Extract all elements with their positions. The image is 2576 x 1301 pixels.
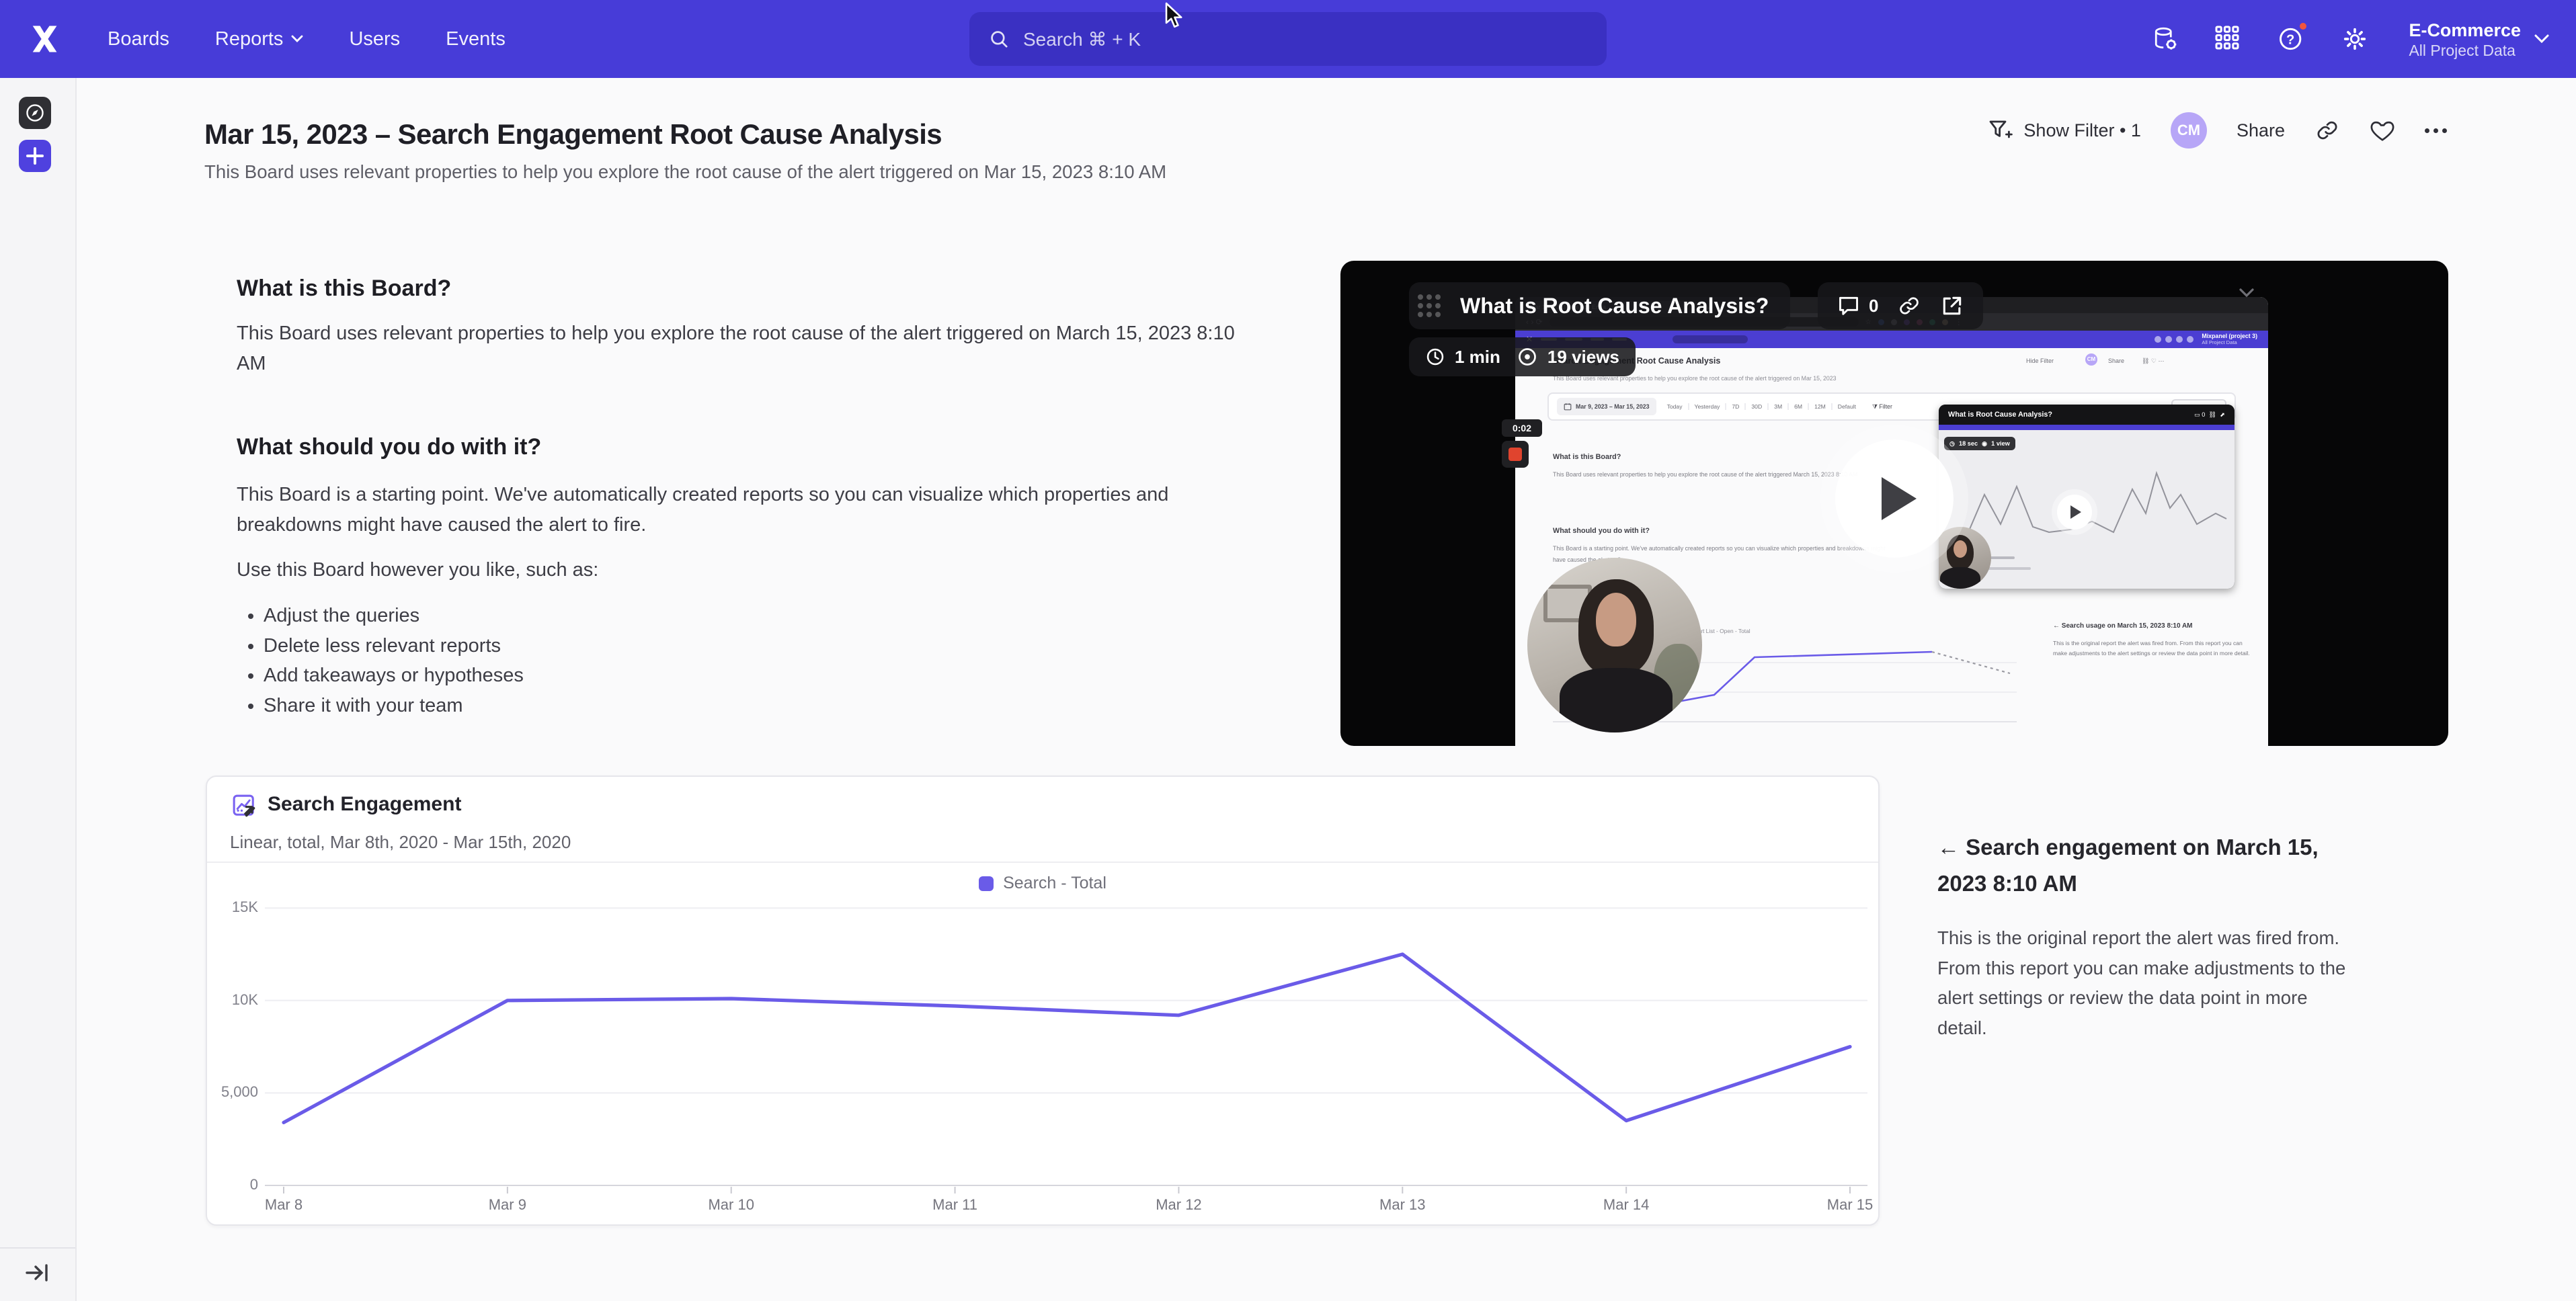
mixpanel-logo-icon[interactable]	[27, 22, 62, 56]
video-duration: 1 min	[1455, 347, 1500, 368]
side-note: ← Search engagement on March 15, 2023 8:…	[1937, 829, 2361, 1043]
intro-para-3: Use this Board however you like, such as…	[237, 555, 598, 585]
plus-icon	[26, 146, 44, 165]
chevron-down-icon	[2534, 34, 2549, 44]
intro-para-2: This Board is a starting point. We've au…	[237, 480, 1258, 540]
sidebar-divider	[0, 1247, 75, 1249]
intro-heading-1: What is this Board?	[237, 276, 451, 302]
list-item: Add takeaways or hypotheses	[264, 661, 524, 691]
record-stop-button[interactable]	[1502, 441, 1529, 468]
compass-icon	[24, 102, 46, 124]
intro-bullet-list: Adjust the queries Delete less relevant …	[237, 601, 524, 720]
page-title: Mar 15, 2023 – Search Engagement Root Ca…	[204, 118, 942, 151]
play-icon	[1882, 477, 1917, 520]
side-note-body: This is the original report the alert wa…	[1937, 923, 2361, 1043]
nav-item-reports[interactable]: Reports	[215, 28, 304, 50]
intro-heading-2: What should you do with it?	[237, 434, 541, 460]
recording-widget: 0:02	[1502, 419, 1542, 468]
navbar-right-cluster: ? E-Commerce All Project Data	[2150, 19, 2549, 59]
nav-item-boards[interactable]: Boards	[108, 28, 169, 50]
top-navbar: Boards Reports Users Events Search ⌘ + K…	[0, 0, 2576, 78]
video-open-external-button[interactable]	[1940, 294, 1964, 318]
nested-video-card: What is Root Cause Analysis? ▭ 0 ⛓ ⬈ ◷ 1…	[1939, 405, 2235, 589]
create-new-button[interactable]	[19, 140, 51, 172]
list-item: Delete less relevant reports	[264, 631, 524, 661]
search-placeholder: Search ⌘ + K	[1023, 28, 1141, 50]
record-icon	[1508, 448, 1522, 461]
heart-icon	[2370, 118, 2395, 142]
video-player-card[interactable]: Mar 15, 2023 - Search Enga...✕ + ‹ › ⟳ ☆…	[1340, 261, 2448, 746]
list-item: Adjust the queries	[264, 601, 524, 631]
drag-handle-icon[interactable]	[1409, 282, 1449, 329]
video-views: 19 views	[1547, 347, 1619, 368]
views-icon	[1517, 346, 1538, 368]
expand-sidebar-button[interactable]	[24, 1261, 50, 1285]
board-toolbar: Show Filter • 1 CM Share	[1988, 110, 2447, 151]
search-icon	[988, 28, 1010, 50]
list-item: Share it with your team	[264, 691, 524, 721]
nav-menu: Boards Reports Users Events	[108, 28, 506, 50]
chevron-down-icon	[291, 35, 303, 43]
page-subtitle: This Board uses relevant properties to h…	[204, 161, 1166, 183]
presenter-webcam-avatar	[1527, 558, 1702, 732]
nav-item-users[interactable]: Users	[349, 28, 400, 50]
video-title-bar: What is Root Cause Analysis?	[1409, 282, 1790, 329]
more-menu-button[interactable]	[2425, 128, 2447, 133]
share-button[interactable]: Share	[2237, 120, 2285, 141]
nested-play-button	[2057, 495, 2092, 530]
global-search-input[interactable]: Search ⌘ + K	[969, 12, 1607, 66]
filter-plus-icon	[1988, 120, 2013, 141]
left-sidebar	[0, 78, 77, 1301]
link-icon	[2315, 118, 2340, 143]
video-copy-link-button[interactable]	[1897, 294, 1921, 318]
video-meta-bar: 1 min 19 views	[1409, 337, 1636, 376]
data-management-icon[interactable]	[2150, 24, 2180, 54]
copy-link-button[interactable]	[2315, 118, 2340, 143]
side-note-heading: ← Search engagement on March 15, 2023 8:…	[1937, 829, 2361, 902]
project-switcher[interactable]: E-Commerce All Project Data	[2409, 19, 2549, 59]
clock-icon	[1425, 347, 1445, 367]
report-chart-card[interactable]: Search Engagement Linear, total, Mar 8th…	[206, 775, 1880, 1226]
project-scope: All Project Data	[2409, 42, 2521, 59]
mouse-cursor	[1164, 1, 1184, 30]
app-root: Boards Reports Users Events Search ⌘ + K…	[0, 0, 2576, 1301]
collaborator-avatar[interactable]: CM	[2171, 112, 2207, 149]
video-comments-button[interactable]: 0	[1837, 294, 1878, 317]
video-actions: 0	[1818, 282, 1983, 329]
chart-series-line	[284, 954, 1850, 1122]
nav-item-events[interactable]: Events	[446, 28, 506, 50]
recording-time: 0:02	[1502, 419, 1542, 437]
line-chart[interactable]: 05,00010K15KMar 8Mar 9Mar 10Mar 11Mar 12…	[207, 777, 1878, 1224]
expand-sidebar-icon	[24, 1261, 50, 1285]
favorite-button[interactable]	[2370, 118, 2395, 142]
show-filter-button[interactable]: Show Filter • 1	[1988, 120, 2141, 141]
comment-icon	[1837, 294, 1861, 317]
project-name: E-Commerce	[2409, 19, 2521, 42]
svg-text:?: ?	[2286, 32, 2294, 47]
intro-para-1: This Board uses relevant properties to h…	[237, 319, 1238, 379]
video-title: What is Root Cause Analysis?	[1460, 294, 1769, 319]
video-play-button[interactable]	[1835, 439, 1954, 558]
apps-grid-icon[interactable]	[2214, 24, 2243, 54]
video-card-chevron-icon	[2239, 288, 2255, 298]
settings-gear-icon[interactable]	[2340, 24, 2370, 54]
notification-dot	[2297, 20, 2309, 32]
help-icon[interactable]: ?	[2277, 24, 2306, 54]
link-icon	[1897, 294, 1921, 318]
external-link-icon	[1940, 294, 1964, 318]
explore-compass-button[interactable]	[19, 97, 51, 129]
